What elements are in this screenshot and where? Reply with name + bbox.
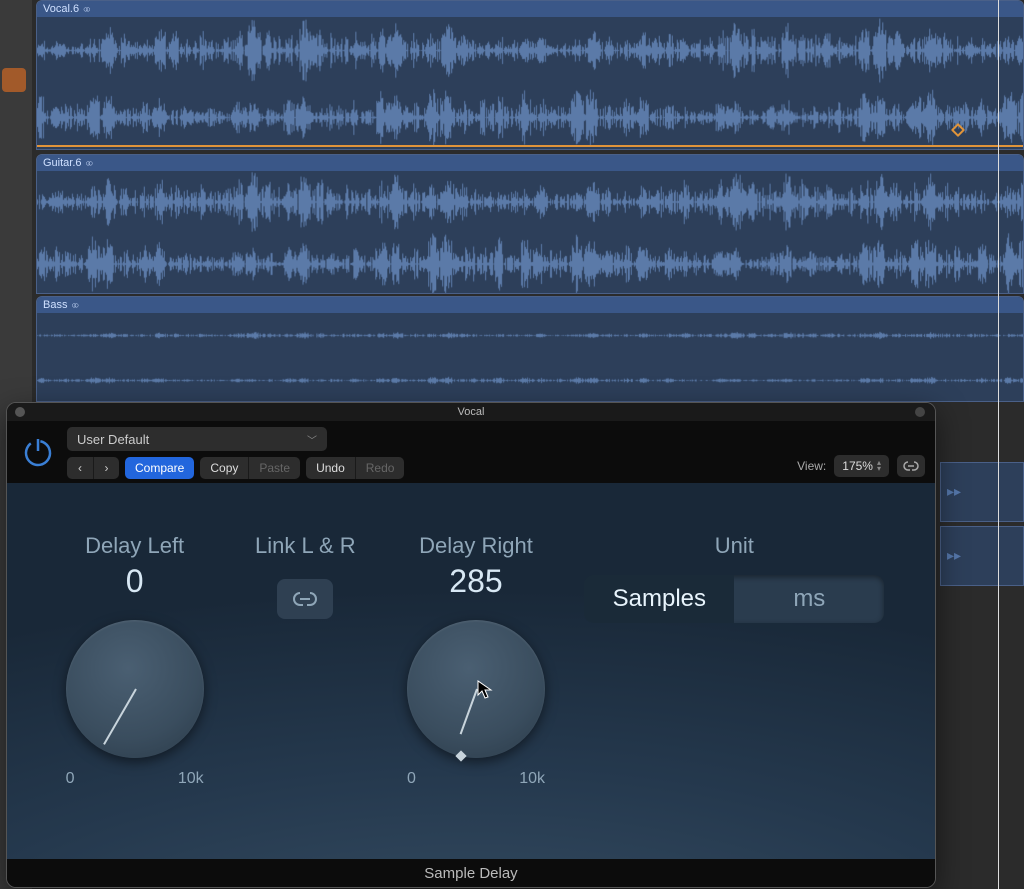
param-label: Unit bbox=[715, 533, 754, 559]
undo-button[interactable]: Undo bbox=[306, 457, 355, 479]
track-region-guitar[interactable]: Guitar.6 bbox=[36, 154, 1024, 294]
copy-button[interactable]: Copy bbox=[200, 457, 248, 479]
plugin-footer: Sample Delay bbox=[7, 859, 935, 887]
knob-needle bbox=[103, 689, 137, 745]
plugin-titlebar[interactable]: Vocal bbox=[7, 403, 935, 421]
zoom-value: 175% bbox=[842, 459, 873, 473]
knob-range: 0 10k bbox=[66, 770, 204, 788]
link-windows-button[interactable] bbox=[897, 455, 925, 477]
automation-line[interactable] bbox=[37, 145, 1023, 147]
chevron-down-icon: ﹀ bbox=[307, 432, 317, 447]
range-min: 0 bbox=[66, 770, 75, 788]
preset-select[interactable]: User Default ﹀ bbox=[67, 427, 327, 451]
close-icon[interactable] bbox=[15, 407, 25, 417]
region-header[interactable]: Bass bbox=[37, 297, 1023, 313]
knob-range: 0 10k bbox=[407, 770, 545, 788]
loop-icon bbox=[86, 158, 91, 168]
stepper-icon: ▴▾ bbox=[877, 460, 881, 472]
region-name: Guitar.6 bbox=[43, 157, 82, 169]
knob-needle bbox=[460, 689, 478, 735]
gutter-badge[interactable] bbox=[2, 68, 26, 92]
next-preset-button[interactable]: › bbox=[93, 457, 119, 479]
delay-right-param: Delay Right 285 0 10k bbox=[388, 533, 563, 788]
unit-ms-button[interactable]: ms bbox=[734, 575, 884, 623]
range-max: 10k bbox=[178, 770, 204, 788]
cursor-icon bbox=[477, 680, 493, 700]
unit-samples-button[interactable]: Samples bbox=[584, 575, 734, 623]
view-label: View: bbox=[797, 459, 826, 473]
unit-segmented: Samples ms bbox=[584, 575, 884, 623]
playhead[interactable] bbox=[998, 0, 999, 889]
chevron-right-icon: ▸▸ bbox=[947, 547, 961, 564]
chevron-right-icon: ▸▸ bbox=[947, 483, 961, 500]
preset-nav: ‹ › bbox=[67, 457, 119, 479]
link-lr-button[interactable] bbox=[277, 579, 333, 619]
plugin-name: Sample Delay bbox=[424, 865, 517, 882]
waveform bbox=[37, 313, 1023, 402]
compare-button[interactable]: Compare bbox=[125, 457, 194, 479]
range-min: 0 bbox=[407, 770, 416, 788]
region-name: Bass bbox=[43, 299, 67, 311]
param-label: Delay Left bbox=[85, 533, 184, 559]
redo-button[interactable]: Redo bbox=[355, 457, 405, 479]
track-region-bass[interactable]: Bass bbox=[36, 296, 1024, 402]
link-param: Link L & R bbox=[232, 533, 378, 619]
delay-right-value[interactable]: 285 bbox=[449, 563, 502, 600]
param-label: Delay Right bbox=[419, 533, 533, 559]
plugin-title: Vocal bbox=[458, 406, 485, 418]
sidechain-icon[interactable] bbox=[915, 407, 925, 417]
prev-preset-button[interactable]: ‹ bbox=[67, 457, 93, 479]
region-header[interactable]: Guitar.6 bbox=[37, 155, 1023, 171]
region-header[interactable]: Vocal.6 bbox=[37, 1, 1023, 17]
plugin-body: Delay Left 0 0 10k Link L & R Delay Righ… bbox=[7, 483, 935, 859]
param-label: Link L & R bbox=[255, 533, 356, 559]
range-max: 10k bbox=[519, 770, 545, 788]
delay-left-value[interactable]: 0 bbox=[126, 563, 144, 600]
plugin-window: Vocal User Default ﹀ ‹ › Compare Copy Pa… bbox=[6, 402, 936, 888]
track-region-vocal[interactable]: Vocal.6 bbox=[36, 0, 1024, 150]
delay-left-param: Delay Left 0 0 10k bbox=[47, 533, 222, 788]
delay-right-knob[interactable] bbox=[407, 620, 545, 758]
region-name: Vocal.6 bbox=[43, 3, 79, 15]
loop-icon bbox=[83, 4, 88, 14]
plugin-toolbar: User Default ﹀ ‹ › Compare Copy Paste Un… bbox=[7, 421, 935, 489]
loop-icon bbox=[71, 300, 76, 310]
track-region-hidden[interactable]: ▸▸ bbox=[940, 526, 1024, 586]
delay-left-knob[interactable] bbox=[66, 620, 204, 758]
power-button[interactable] bbox=[17, 431, 59, 473]
preset-name: User Default bbox=[77, 432, 149, 447]
waveform bbox=[37, 17, 1023, 150]
paste-button[interactable]: Paste bbox=[248, 457, 300, 479]
waveform bbox=[37, 171, 1023, 294]
unit-param: Unit Samples ms bbox=[574, 533, 895, 623]
track-region-hidden[interactable]: ▸▸ bbox=[940, 462, 1024, 522]
knob-marker bbox=[455, 750, 466, 761]
zoom-select[interactable]: 175% ▴▾ bbox=[834, 455, 889, 477]
